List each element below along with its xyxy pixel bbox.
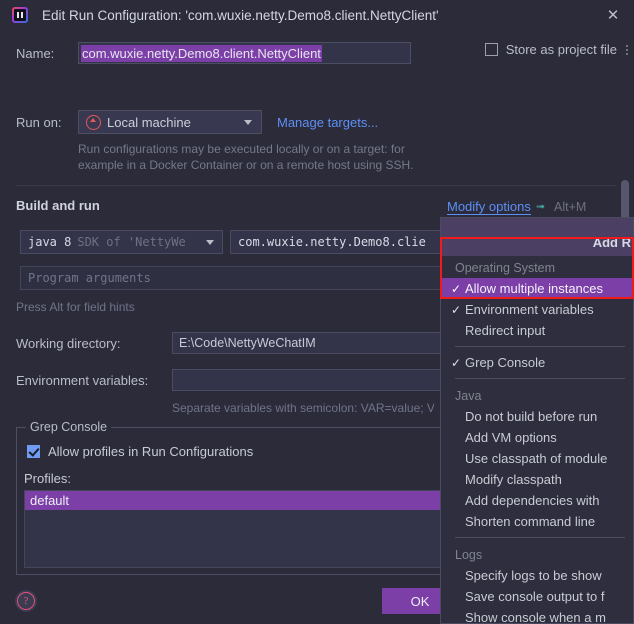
run-on-select[interactable]: Local machine: [78, 110, 262, 134]
popup-menu-item-label: Use classpath of module: [465, 451, 608, 466]
working-directory-input[interactable]: E:\Code\NettyWeChatIM: [172, 332, 462, 354]
chevron-down-icon: [206, 239, 214, 245]
check-icon: ✓: [450, 281, 462, 296]
profiles-list[interactable]: default: [24, 490, 464, 568]
modify-options-popup: Add R Operating System ✓ Allow multiple in…: [440, 217, 634, 624]
title-bar: Edit Run Configuration: 'com.wuxie.netty…: [0, 0, 634, 30]
dialog-body: Name: com.wuxie.netty.Demo8.client.Netty…: [0, 30, 634, 624]
popup-menu-item-label: Add VM options: [465, 430, 557, 445]
popup-menu-item-label: Specify logs to be show: [465, 568, 602, 583]
run-on-value: Local machine: [107, 114, 191, 130]
popup-menu-item-label: Add dependencies with: [465, 493, 600, 508]
grep-console-group-title: Grep Console: [26, 420, 112, 434]
alt-field-hint: Press Alt for field hints: [16, 300, 135, 314]
popup-menu-item[interactable]: Redirect input: [441, 320, 633, 341]
allow-profiles-row[interactable]: Allow profiles in Run Configurations: [27, 444, 253, 459]
popup-menu-item-label: Redirect input: [465, 323, 546, 338]
popup-sections: Operating System ✓ Allow multiple instance…: [441, 256, 633, 624]
popup-menu-item-label: Grep Console: [465, 355, 546, 370]
working-directory-label: Working directory:: [16, 335, 121, 351]
popup-menu-item[interactable]: Add VM options: [441, 427, 633, 448]
popup-menu-item-label: Show console when a m: [465, 610, 606, 624]
popup-separator: [455, 346, 625, 347]
run-on-row: Run on: Local machine Manage targets...: [16, 110, 378, 134]
name-row: Name: com.wuxie.netty.Demo8.client.Netty…: [16, 42, 411, 64]
environment-variables-input[interactable]: [172, 369, 462, 391]
store-as-project-file-row[interactable]: Store as project file: [484, 42, 628, 57]
question-mark-icon: ?: [17, 592, 35, 610]
popup-menu-item[interactable]: Specify logs to be show: [441, 565, 633, 586]
popup-group-label: Java: [455, 389, 482, 403]
popup-menu-item[interactable]: ✓ Environment variables: [441, 299, 633, 320]
popup-menu-item[interactable]: Do not build before run: [441, 406, 633, 427]
store-as-project-file-label: Store as project file: [505, 42, 617, 57]
local-machine-icon: [86, 114, 101, 130]
modify-options-shortcut: Alt+M: [554, 200, 587, 214]
chevron-down-icon[interactable]: ➟: [536, 201, 545, 213]
popup-menu-item-label: Modify classpath: [465, 472, 562, 487]
help-button[interactable]: ?: [15, 590, 37, 612]
popup-menu-item-label: Allow multiple instances: [465, 281, 604, 296]
section-divider: [16, 185, 616, 186]
popup-separator: [455, 378, 625, 379]
run-on-label: Run on:: [16, 114, 62, 130]
popup-menu-item[interactable]: Shorten command line: [441, 511, 633, 532]
popup-menu-item[interactable]: Use classpath of module: [441, 448, 633, 469]
popup-separator: [455, 537, 625, 538]
window-title: Edit Run Configuration: 'com.wuxie.netty…: [42, 7, 439, 23]
run-on-help-text: Run configurations may be executed local…: [78, 142, 414, 172]
jdk-secondary-label: SDK of 'NettyWe: [77, 235, 186, 249]
jdk-select[interactable]: java 8 SDK of 'NettyWe: [20, 230, 223, 254]
chevron-down-icon: [244, 119, 252, 125]
name-input-value: com.wuxie.netty.Demo8.client.NettyClient: [81, 44, 322, 62]
popup-menu-item[interactable]: Save console output to f: [441, 586, 633, 607]
environment-variables-row: Environment variables:: [16, 369, 462, 391]
dialog-scrollbar-thumb[interactable]: [621, 180, 629, 222]
check-icon: ✓: [450, 355, 462, 370]
name-input[interactable]: com.wuxie.netty.Demo8.client.NettyClient: [78, 42, 411, 64]
more-options-icon[interactable]: [626, 44, 628, 55]
popup-group-label: Operating System: [455, 261, 556, 275]
popup-menu-item-label: Environment variables: [465, 302, 594, 317]
popup-header: Add R: [441, 218, 633, 256]
popup-menu-item[interactable]: Modify classpath: [441, 469, 633, 490]
allow-profiles-checkbox[interactable]: [27, 445, 40, 458]
popup-menu-item-label: Save console output to f: [465, 589, 605, 604]
popup-menu-item[interactable]: Add dependencies with: [441, 490, 633, 511]
check-icon: ✓: [450, 302, 462, 317]
modify-options-link[interactable]: Modify options: [447, 199, 531, 215]
environment-variables-label: Environment variables:: [16, 372, 149, 388]
store-as-project-file-checkbox[interactable]: [484, 43, 498, 56]
list-item[interactable]: default: [25, 491, 463, 510]
environment-variables-hint: Separate variables with semicolon: VAR=v…: [172, 401, 434, 415]
popup-header-label: Add R: [592, 234, 631, 250]
popup-menu-item[interactable]: ✓ Grep Console: [441, 352, 633, 373]
build-and-run-title: Build and run: [16, 198, 100, 213]
allow-profiles-label: Allow profiles in Run Configurations: [48, 444, 254, 459]
profiles-label: Profiles:: [24, 471, 71, 486]
intellij-idea-icon: [12, 7, 28, 23]
popup-menu-item-label: Shorten command line: [465, 514, 596, 529]
name-label: Name:: [16, 45, 55, 61]
modify-options-row: Modify options ➟ Alt+M: [447, 199, 586, 215]
manage-targets-link[interactable]: Manage targets...: [277, 115, 378, 130]
popup-menu-item-label: Do not build before run: [465, 409, 598, 424]
working-directory-row: Working directory: E:\Code\NettyWeChatIM: [16, 332, 462, 354]
popup-group-label: Logs: [455, 548, 483, 562]
popup-menu-item[interactable]: ✓ Allow multiple instances: [441, 278, 633, 299]
jdk-primary-label: java 8: [28, 235, 72, 249]
close-icon[interactable]: ✕: [602, 4, 624, 26]
popup-menu-item[interactable]: Show console when a m: [441, 607, 633, 624]
